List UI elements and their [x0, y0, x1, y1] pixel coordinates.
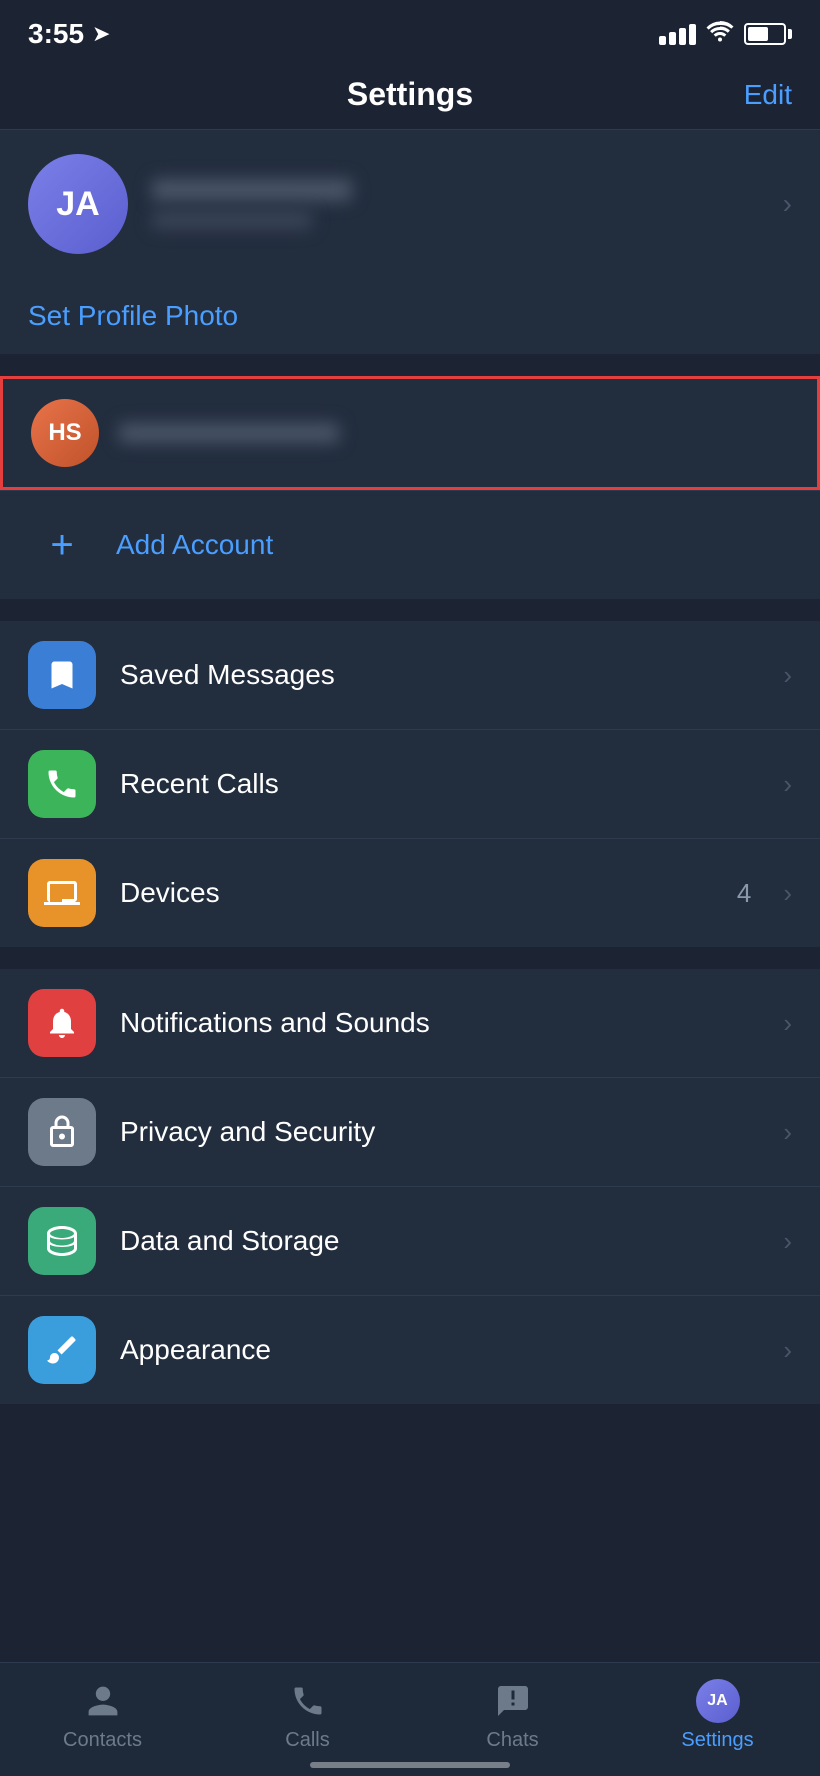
- status-time: 3:55: [28, 18, 84, 50]
- section-gap-1: [0, 354, 820, 376]
- status-icons: [659, 20, 792, 48]
- menu-item-devices[interactable]: Devices 4 ›: [0, 839, 820, 947]
- tab-contacts[interactable]: Contacts: [0, 1679, 205, 1752]
- content-bottom-pad: [0, 1404, 820, 1584]
- add-account-label: Add Account: [116, 529, 273, 561]
- avatar: JA: [28, 154, 128, 254]
- status-bar: 3:55 ➤: [0, 0, 820, 60]
- data-chevron: ›: [783, 1226, 792, 1257]
- menu-item-notifications[interactable]: Notifications and Sounds ›: [0, 969, 820, 1078]
- tab-settings[interactable]: JA Settings: [615, 1679, 820, 1752]
- appearance-icon: [28, 1316, 96, 1384]
- add-account-icon: +: [28, 511, 96, 579]
- profile-chevron-icon: ›: [783, 188, 792, 220]
- notifications-chevron: ›: [783, 1008, 792, 1039]
- privacy-chevron: ›: [783, 1117, 792, 1148]
- location-icon: ➤: [92, 21, 110, 47]
- recent-calls-icon: [28, 750, 96, 818]
- contacts-tab-icon: [81, 1679, 125, 1723]
- recent-calls-label: Recent Calls: [120, 768, 759, 800]
- notifications-icon: [28, 989, 96, 1057]
- appearance-label: Appearance: [120, 1334, 759, 1366]
- calls-tab-label: Calls: [285, 1729, 329, 1752]
- wifi-icon: [706, 20, 734, 48]
- edit-button[interactable]: Edit: [744, 79, 792, 111]
- battery-icon: [744, 23, 792, 45]
- saved-messages-icon: [28, 641, 96, 709]
- settings-tab-avatar: JA: [696, 1679, 740, 1723]
- secondary-account-item[interactable]: HS: [0, 376, 820, 490]
- menu-item-privacy[interactable]: Privacy and Security ›: [0, 1078, 820, 1187]
- account-section: HS + Add Account: [0, 376, 820, 599]
- chats-tab-label: Chats: [486, 1729, 538, 1752]
- signal-bars: [659, 24, 696, 45]
- add-account-item[interactable]: + Add Account: [0, 491, 820, 599]
- tab-bar: Contacts Calls Chats JA Settings: [0, 1662, 820, 1776]
- recent-calls-chevron: ›: [783, 769, 792, 800]
- page-title: Settings: [347, 76, 473, 113]
- devices-badge: 4: [737, 878, 751, 909]
- home-indicator: [310, 1762, 510, 1768]
- devices-label: Devices: [120, 877, 713, 909]
- saved-messages-chevron: ›: [783, 660, 792, 691]
- profile-name: [152, 179, 352, 201]
- section-gap-3: [0, 947, 820, 969]
- saved-messages-label: Saved Messages: [120, 659, 759, 691]
- nav-header: Settings Edit: [0, 60, 820, 129]
- privacy-label: Privacy and Security: [120, 1116, 759, 1148]
- profile-phone: [152, 211, 312, 229]
- appearance-chevron: ›: [783, 1335, 792, 1366]
- profile-info: [152, 179, 759, 229]
- data-icon: [28, 1207, 96, 1275]
- settings-tab-label: Settings: [681, 1729, 753, 1752]
- privacy-icon: [28, 1098, 96, 1166]
- calls-tab-icon: [286, 1679, 330, 1723]
- menu-item-data[interactable]: Data and Storage ›: [0, 1187, 820, 1296]
- set-profile-photo-label: Set Profile Photo: [28, 300, 238, 331]
- set-profile-photo-section[interactable]: Set Profile Photo: [0, 278, 820, 354]
- menu-section-1: Saved Messages › Recent Calls › Devices …: [0, 621, 820, 947]
- devices-chevron: ›: [783, 878, 792, 909]
- menu-item-saved-messages[interactable]: Saved Messages ›: [0, 621, 820, 730]
- section-gap-2: [0, 599, 820, 621]
- secondary-account-name: [119, 423, 339, 443]
- menu-item-recent-calls[interactable]: Recent Calls ›: [0, 730, 820, 839]
- devices-icon: [28, 859, 96, 927]
- tab-calls[interactable]: Calls: [205, 1679, 410, 1752]
- notifications-label: Notifications and Sounds: [120, 1007, 759, 1039]
- contacts-tab-label: Contacts: [63, 1729, 142, 1752]
- data-label: Data and Storage: [120, 1225, 759, 1257]
- profile-section[interactable]: JA ›: [0, 130, 820, 278]
- secondary-account-avatar: HS: [31, 399, 99, 467]
- chats-tab-icon: [491, 1679, 535, 1723]
- tab-chats[interactable]: Chats: [410, 1679, 615, 1752]
- menu-item-appearance[interactable]: Appearance ›: [0, 1296, 820, 1404]
- menu-section-2: Notifications and Sounds › Privacy and S…: [0, 969, 820, 1404]
